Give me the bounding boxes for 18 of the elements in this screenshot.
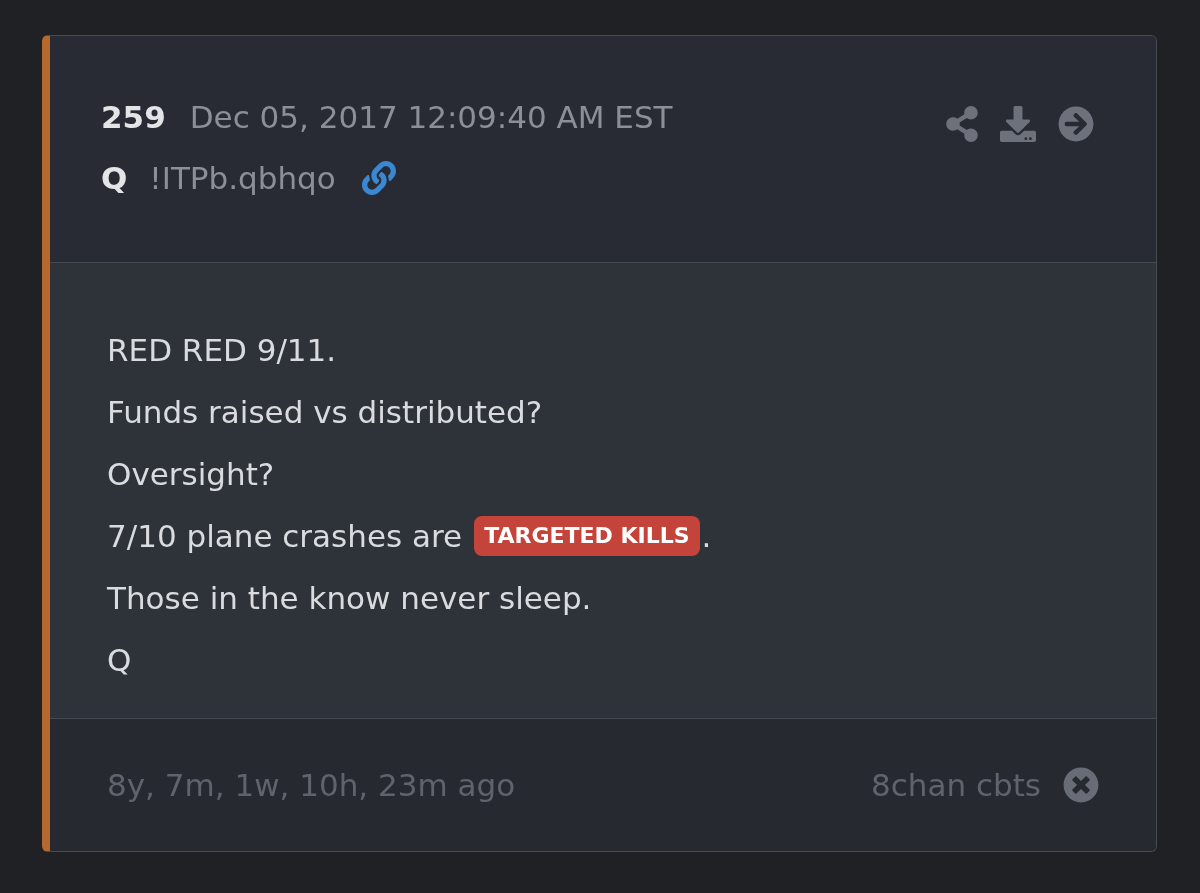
post-text: Those in the know never sleep. xyxy=(107,578,592,618)
post-text: Oversight? xyxy=(107,454,275,494)
author-name: Q xyxy=(101,162,128,194)
post-text: Funds raised vs distributed? xyxy=(107,392,543,432)
link-icon[interactable] xyxy=(361,161,396,195)
post-date: Dec 05, 2017 12:09:40 AM EST xyxy=(189,102,673,133)
post-number: 259 xyxy=(101,102,166,133)
highlight-tag: TARGETED KILLS xyxy=(474,516,700,556)
post-text: RED RED 9/11. xyxy=(107,330,337,370)
post-text: Q xyxy=(107,640,132,680)
post-source: 8chan cbts xyxy=(871,765,1041,805)
share-icon[interactable] xyxy=(946,106,978,142)
post-text: . xyxy=(701,516,712,556)
post-age: 8y, 7m, 1w, 10h, 23m ago xyxy=(107,765,516,805)
post-text: 7/10 plane crashes are xyxy=(107,516,463,556)
tripcode: !ITPb.qbhqo xyxy=(149,162,336,194)
download-icon[interactable] xyxy=(1000,106,1036,142)
close-icon[interactable] xyxy=(1063,767,1099,803)
